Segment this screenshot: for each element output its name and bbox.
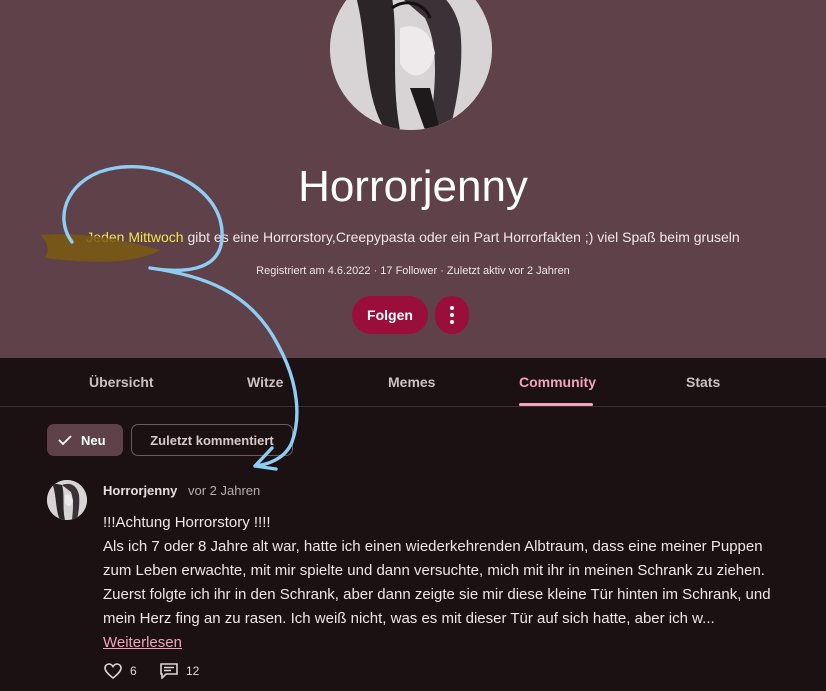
follow-button[interactable]: Folgen [352,296,428,334]
more-options-button[interactable] [435,296,469,334]
post-author[interactable]: Horrorjenny [103,483,177,498]
post-author-avatar[interactable] [47,480,87,520]
filter-recent-button[interactable]: Zuletzt kommentiert [131,424,293,456]
filter-recent-label: Zuletzt kommentiert [150,432,274,448]
tab-overview[interactable]: Übersicht [89,374,154,390]
more-dot [450,313,454,317]
check-icon [58,435,72,446]
post-time: vor 2 Jahren [188,483,261,498]
tab-memes[interactable]: Memes [388,374,435,390]
more-dot [450,320,454,324]
profile-tabs: Übersicht Witze Memes Community Stats [0,358,826,407]
profile-avatar[interactable] [330,0,492,130]
profile-header: Horrorjenny Jeden Mittwoch gibt es eine … [0,0,826,358]
bio-text: gibt es eine Horrorstory,Creepypasta ode… [183,229,740,245]
profile-meta: Registriert am 4.6.2022 · 17 Follower · … [256,265,570,277]
bio-highlight: Jeden Mittwoch [86,229,184,245]
more-dots-icon [450,306,454,310]
tab-stats[interactable]: Stats [686,374,720,390]
active-tab-indicator [519,403,593,406]
comment-icon [160,663,178,679]
tab-jokes[interactable]: Witze [247,374,283,390]
read-more-link[interactable]: Weiterlesen [103,634,182,651]
filter-new-label: Neu [81,432,106,448]
comment-count: 12 [186,664,200,678]
profile-bio: Jeden Mittwoch gibt es eine Horrorstory,… [0,229,826,245]
post-content: !!!Achtung Horrorstory !!!! Als ich 7 od… [103,511,788,655]
profile-name: Horrorjenny [298,162,528,211]
filter-new-button[interactable]: Neu [47,424,123,456]
comments-button[interactable]: 12 [160,663,199,679]
post-title: !!!Achtung Horrorstory !!!! [103,514,271,531]
heart-icon [104,663,122,679]
like-button[interactable]: 6 [104,663,137,679]
tab-community[interactable]: Community [519,374,596,390]
like-count: 6 [130,664,137,678]
post-body: Als ich 7 oder 8 Jahre alt war, hatte ic… [103,538,771,627]
author-avatar-image [47,480,87,520]
avatar-image [330,0,492,130]
